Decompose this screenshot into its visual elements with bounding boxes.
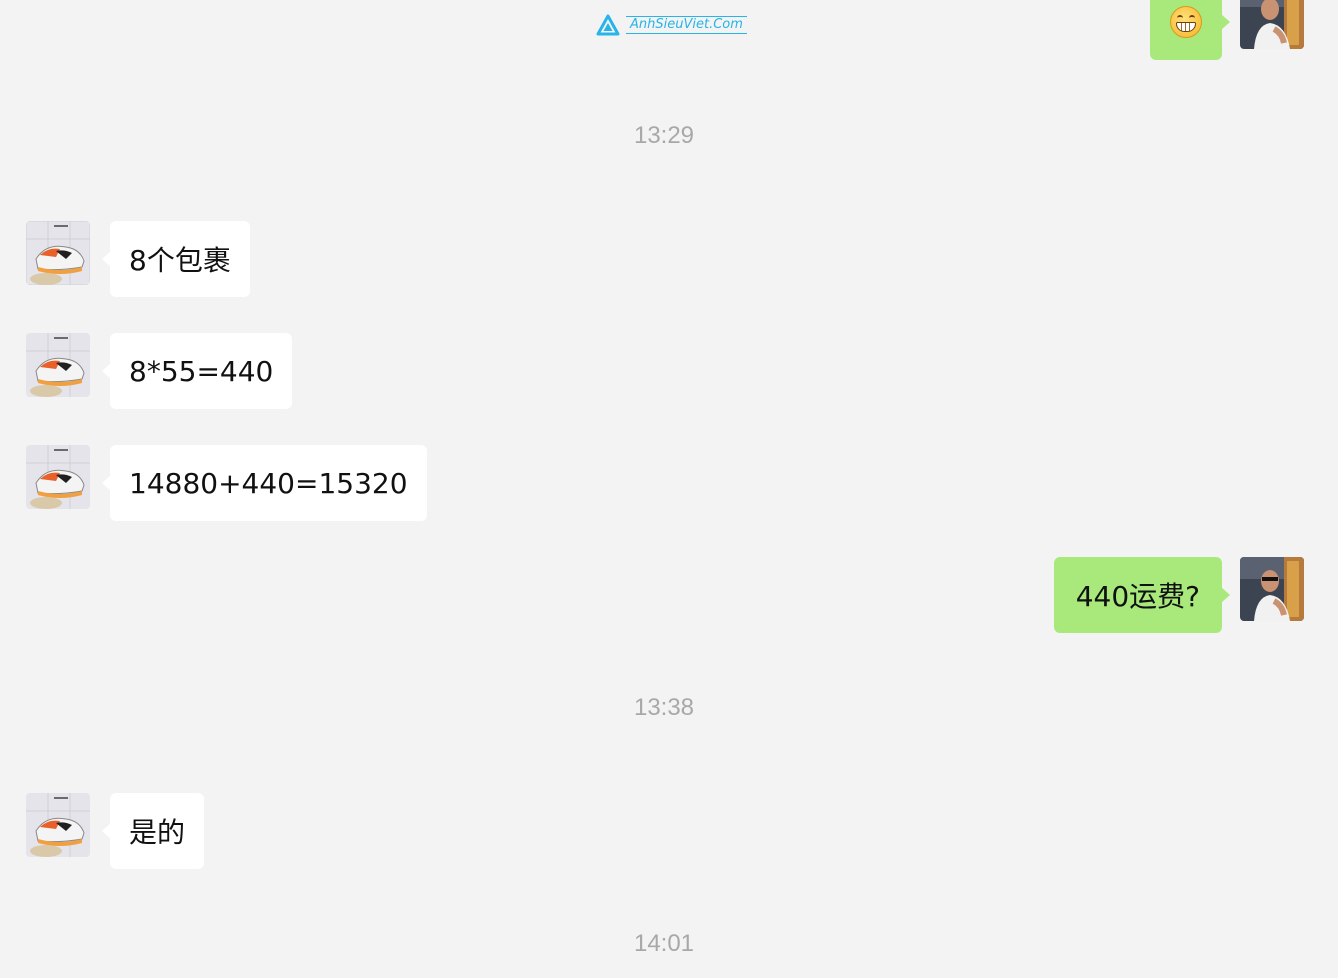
contact-avatar[interactable] [26,793,90,857]
contact-avatar[interactable] [26,221,90,285]
triangle-logo-icon [596,14,620,36]
man-photo-avatar [1240,557,1304,621]
timestamp: 14:01 [633,930,695,957]
incoming-message[interactable]: 8个包裹 [102,221,250,297]
contact-avatar[interactable] [26,333,90,397]
self-avatar[interactable] [1240,557,1304,621]
man-photo-avatar [1240,0,1304,49]
outgoing-message-emoji[interactable] [1150,0,1230,60]
incoming-message[interactable]: 8*55=440 [101,333,293,409]
timestamp: 13:29 [633,122,695,149]
sneaker-photo-avatar [26,445,90,509]
incoming-message[interactable]: 14880+440=15320 [102,445,427,521]
incoming-message[interactable]: 是的 [101,793,205,869]
sneaker-photo-avatar [26,793,90,857]
self-avatar[interactable] [1240,0,1304,49]
outgoing-message[interactable]: 440运费? [1053,557,1231,633]
sneaker-photo-avatar [26,221,90,285]
watermark-logo: AnhSieuViet.Com [596,12,747,38]
grinning-face-icon [1170,6,1202,38]
contact-avatar[interactable] [26,445,90,509]
timestamp: 13:38 [633,694,695,721]
sneaker-photo-avatar [26,333,90,397]
watermark-text: AnhSieuViet.Com [626,16,747,34]
